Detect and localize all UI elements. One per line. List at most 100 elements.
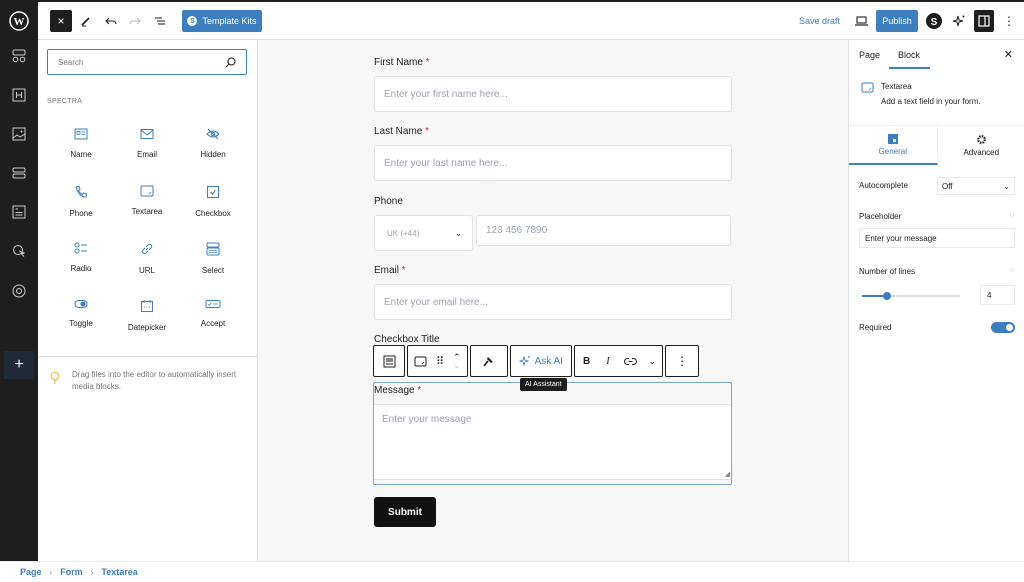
lightbulb-icon [50,371,60,384]
chevron-down-icon: ⌄ [648,355,657,366]
toggle-icon [74,300,88,308]
block-checkbox[interactable]: Checkbox [180,185,246,225]
close-inserter-button[interactable]: × [50,10,72,32]
click-action-button[interactable] [9,241,29,261]
message-textarea[interactable]: Enter your message [374,404,731,480]
tab-block[interactable]: Block [898,50,920,60]
vertical-ellipsis-icon: ⋮ [676,354,689,368]
redo-button[interactable] [127,10,143,32]
block-accept[interactable]: Accept [180,299,246,339]
more-formats-button[interactable]: ⌄ [643,346,663,376]
lines-number-input[interactable]: 4 [980,285,1015,305]
container-icon [12,167,26,179]
number-of-lines-label: Number of lines [859,267,916,276]
copy-style-button[interactable] [471,346,507,376]
wordpress-logo[interactable]: W [0,0,38,42]
bold-button[interactable]: B [575,346,598,376]
block-email[interactable]: Email [114,128,180,168]
block-select[interactable]: Select [180,242,246,282]
styles-group [469,345,508,377]
reset-placeholder-icon[interactable]: ○ [1010,212,1014,219]
template-kits-button[interactable]: S Template Kits [182,10,262,32]
form-icon [383,355,395,367]
close-settings-button[interactable]: ✕ [1004,48,1013,61]
block-name[interactable]: Name [48,128,114,168]
submit-button[interactable]: Submit [374,497,436,527]
general-settings-icon [887,133,898,144]
slider-thumb[interactable] [882,292,891,300]
block-toggle[interactable]: Toggle [48,299,114,339]
checkbox-title-label: Checkbox Title [374,334,440,345]
country-code-select[interactable]: UK (+44) ⌄ [374,215,473,251]
eye-slash-icon [206,128,220,140]
wordpress-icon: W [9,11,29,31]
first-name-input[interactable]: Enter your first name here... [374,76,732,112]
last-name-input[interactable]: Enter your last name here... [374,145,732,181]
placeholder-input[interactable]: Enter your message [859,228,1015,248]
block-datepicker[interactable]: Datepicker [114,299,180,339]
link-button[interactable] [618,346,643,376]
more-options-button[interactable]: ⋮ [1003,10,1015,32]
add-block-button[interactable]: + [4,351,34,379]
ai-sparkle-button[interactable] [950,10,968,32]
spectra-logo-icon: S [187,16,198,26]
email-input[interactable]: Enter your email here... [374,284,732,320]
chevron-down-icon: ⌄ [453,360,461,370]
patterns-button[interactable] [9,46,29,66]
block-card-description: Add a text field in your form. [881,97,981,106]
move-up-down-buttons[interactable]: ⌃ ⌄ [447,346,467,376]
ai-group: Ask AI [509,345,572,377]
pencil-tool-button[interactable] [78,10,94,32]
drag-handle[interactable]: ⠿ [433,346,447,376]
breadcrumb-page[interactable]: Page [20,567,42,577]
tab-page[interactable]: Page [859,50,880,60]
block-options-button[interactable]: ⋮ [666,346,698,376]
block-radio[interactable]: Radio [48,242,114,282]
block-search-input[interactable]: Search [47,49,247,75]
redo-icon [129,17,141,25]
block-phone[interactable]: Phone [48,185,114,225]
sparkle-icon [518,355,530,367]
breadcrumb-form[interactable]: Form [60,567,83,577]
container-block-button[interactable] [9,163,29,183]
image-block-button[interactable] [9,124,29,144]
settings-panel-toggle[interactable] [974,10,994,32]
badge-icon [12,284,26,298]
block-url[interactable]: URL [114,242,180,282]
required-toggle[interactable] [991,322,1015,333]
editor-topbar: W × S Template Kits Save draft Publish S… [0,0,1024,42]
heading-block-button[interactable] [9,85,29,105]
block-type-button[interactable] [408,346,433,376]
chevron-down-icon: ⌄ [1003,181,1010,191]
chevron-down-icon: ⌄ [455,228,462,238]
block-card-title: Textarea [881,82,912,91]
ask-ai-button[interactable]: Ask AI [511,346,571,376]
block-toolbar: ⠿ ⌃ ⌄ Ask AI B I ⌄ ⋮ [373,345,700,377]
document-overview-button[interactable] [152,10,168,32]
publish-button[interactable]: Publish [876,10,918,32]
save-draft-button[interactable]: Save draft [799,10,840,32]
message-textarea-block[interactable]: Message * Enter your message ◢ [373,382,732,485]
preview-button[interactable] [853,10,869,32]
block-hidden[interactable]: Hidden [180,128,246,168]
resize-handle-icon[interactable]: ◢ [725,470,730,478]
phone-input[interactable]: 123 456 7890 [476,215,731,246]
chevron-right-icon: › [49,567,53,577]
block-textarea[interactable]: Textarea [114,185,180,225]
badge-block-button[interactable] [9,281,29,301]
svg-text:S: S [931,17,938,28]
spectra-button[interactable]: S [925,10,943,32]
autocomplete-select[interactable]: Off ⌄ [937,177,1015,195]
reset-lines-icon[interactable]: ○ [1010,267,1014,274]
breadcrumb-textarea[interactable]: Textarea [101,567,137,577]
italic-button[interactable]: I [598,346,617,376]
cursor-click-icon [13,245,26,257]
first-name-label: First Name * [374,57,430,68]
search-icon [225,56,236,67]
lines-slider[interactable] [862,292,960,300]
undo-button[interactable] [103,10,119,32]
info-box-button[interactable] [9,202,29,222]
tab-advanced[interactable]: Advanced [938,126,1024,165]
tab-general[interactable]: General [849,126,938,165]
parent-block-button[interactable] [373,345,405,377]
